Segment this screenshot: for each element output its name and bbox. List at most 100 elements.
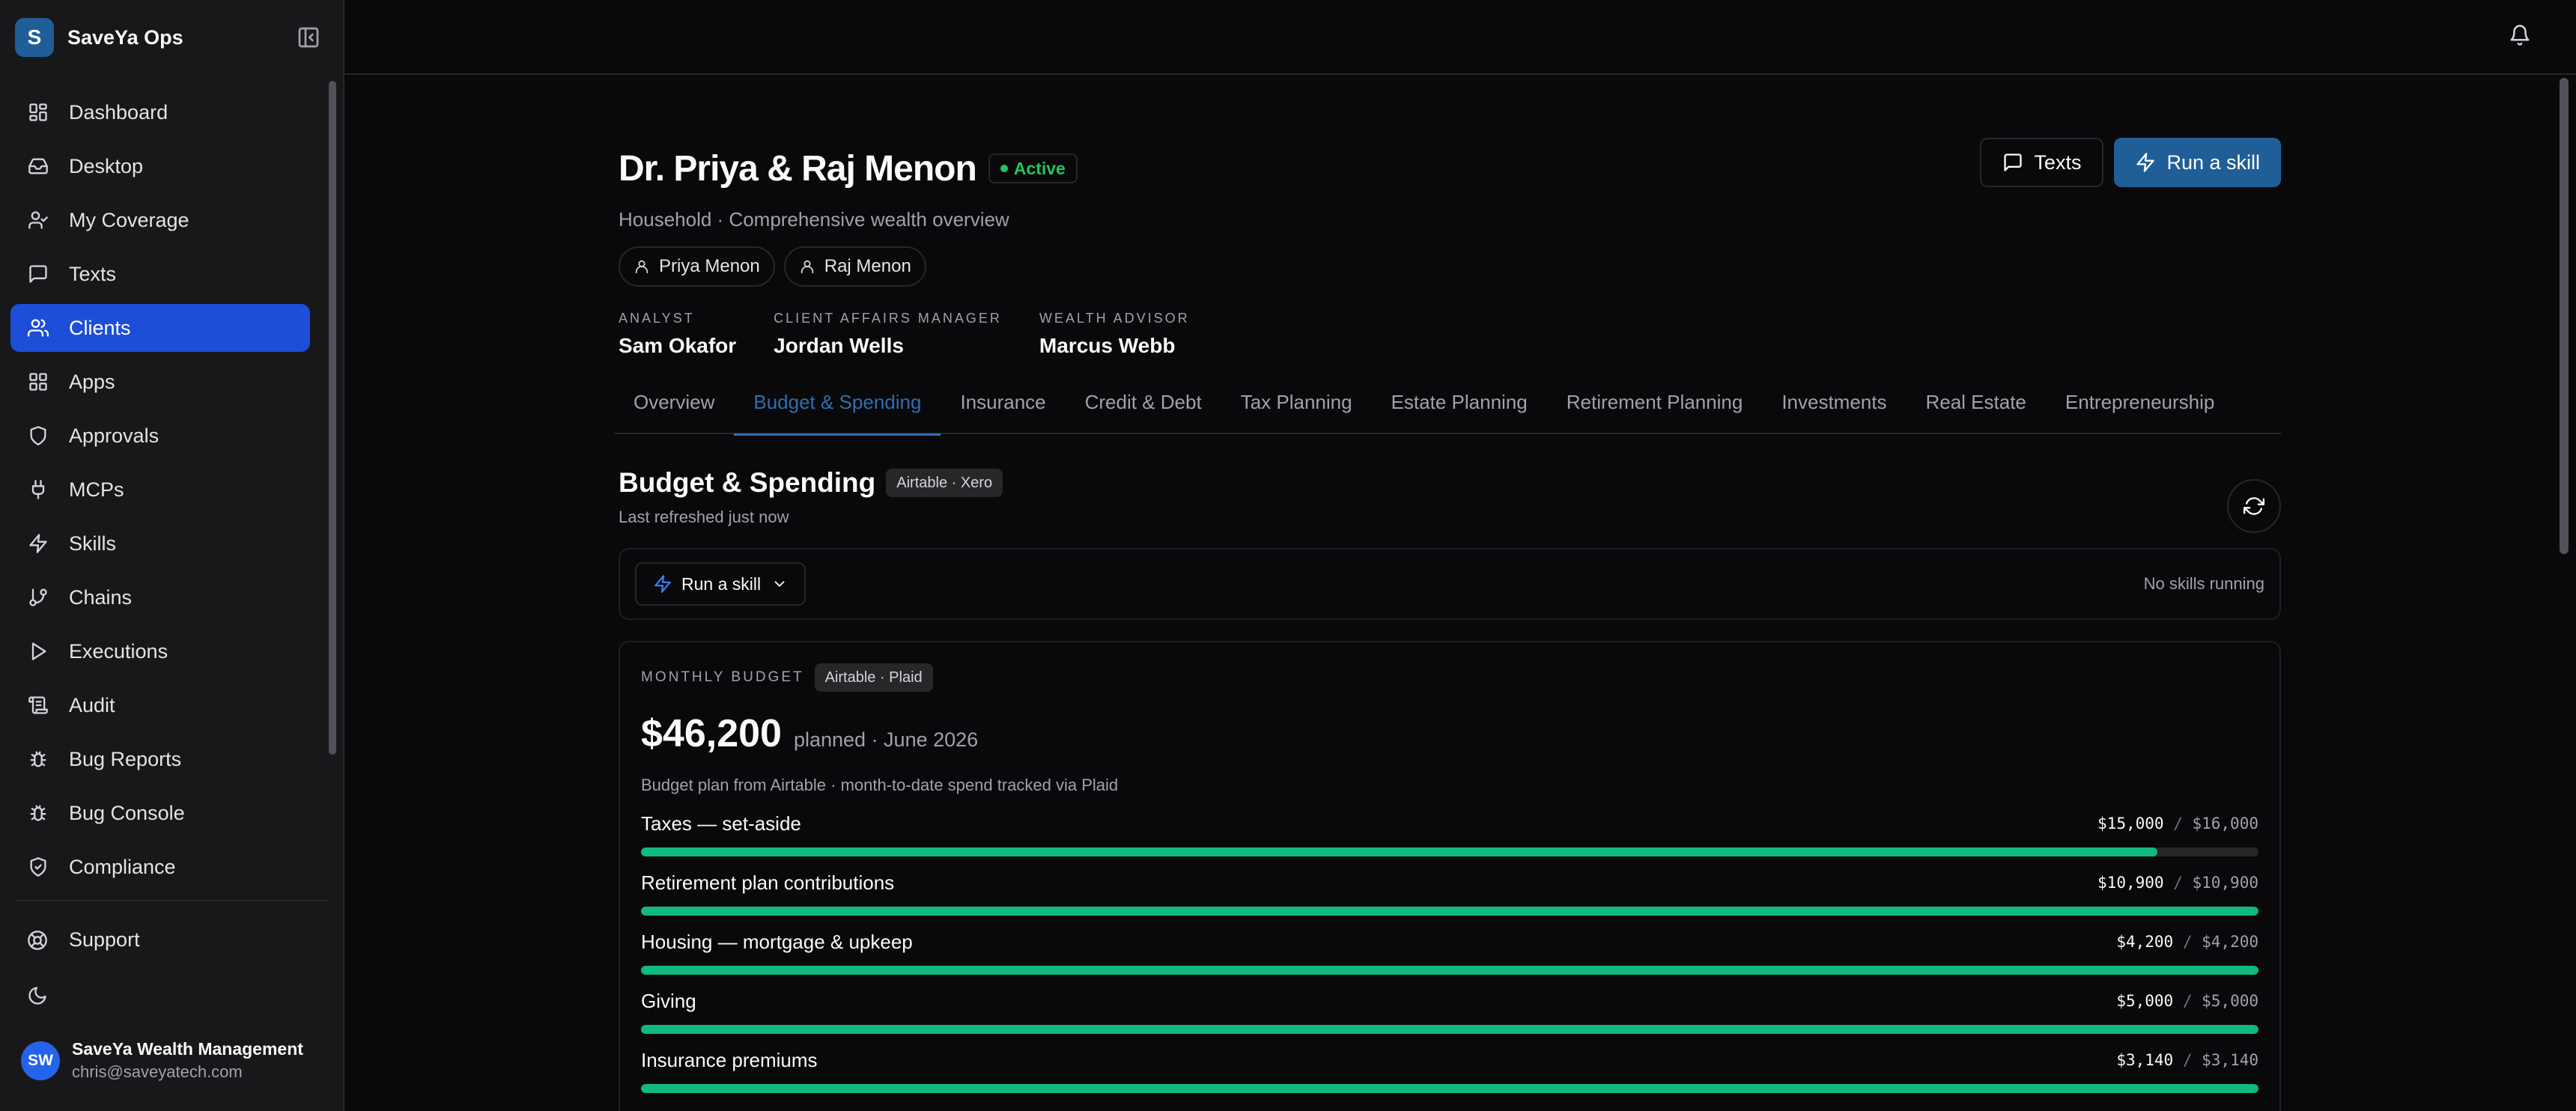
budget-line-values: $10,900 / $10,900 — [2097, 874, 2258, 892]
team-role: WEALTH ADVISOR — [1039, 311, 1190, 326]
shield-check-icon — [27, 856, 49, 878]
budget-progress-track — [641, 1025, 2258, 1034]
budget-line-spent: $15,000 — [2097, 815, 2164, 833]
budget-line-spent: $3,140 — [2116, 1051, 2174, 1069]
budget-lines: Taxes — set-aside $15,000 / $16,000 Retire… — [641, 810, 2258, 1111]
budget-line-separator: / — [2163, 815, 2193, 833]
account-menu[interactable]: SW SaveYa Wealth Management chris@saveya… — [21, 1039, 303, 1082]
bolt-icon — [2136, 153, 2155, 172]
tab-credit-debt[interactable]: Credit & Debt — [1066, 388, 1221, 434]
tab-retirement-planning[interactable]: Retirement Planning — [1547, 388, 1763, 434]
main-content: Dr. Priya & Raj Menon Active Texts Run a… — [614, 135, 2281, 1111]
sidebar-item-label: My Coverage — [69, 208, 189, 231]
budget-line-name: Travel — [641, 1108, 694, 1111]
tab-overview[interactable]: Overview — [614, 388, 734, 434]
sidebar-item-texts[interactable]: Texts — [10, 250, 310, 298]
top-bar — [344, 0, 2576, 75]
budget-line-values: $4,200 / $4,200 — [2116, 933, 2258, 951]
budget-line-name: Retirement plan contributions — [641, 871, 895, 894]
team-role: CLIENT AFFAIRS MANAGER — [774, 311, 1002, 326]
tab-real-estate[interactable]: Real Estate — [1906, 388, 2045, 434]
sidebar-item-dashboard[interactable]: Dashboard — [10, 88, 310, 136]
tab-tax-planning[interactable]: Tax Planning — [1221, 388, 1372, 434]
sidebar-item-clients[interactable]: Clients — [10, 304, 310, 352]
texts-button[interactable]: Texts — [1980, 138, 2104, 187]
page-scrollbar-thumb[interactable] — [2560, 78, 2569, 554]
household-members: Priya Menon Raj Menon — [619, 246, 2281, 287]
run-skill-button[interactable]: Run a skill — [2114, 138, 2281, 187]
budget-line-values: $3,140 / $3,140 — [2116, 1051, 2258, 1069]
chevron-down-icon — [774, 581, 785, 587]
git-branch-icon — [27, 586, 49, 609]
sidebar-item-label: Dashboard — [69, 100, 168, 124]
tab-budget-spending[interactable]: Budget & Spending — [734, 388, 941, 436]
run-skill-button-label: Run a skill — [2166, 150, 2260, 174]
member-name: Raj Menon — [824, 256, 911, 276]
sidebar-item-skills[interactable]: Skills — [10, 520, 310, 567]
message-icon — [27, 263, 49, 285]
sidebar-item-compliance[interactable]: Compliance — [10, 843, 310, 891]
brand-logo: S — [15, 18, 54, 57]
grid-icon — [27, 371, 49, 393]
refresh-button[interactable] — [2227, 479, 2281, 533]
budget-line-name: Insurance premiums — [641, 1048, 818, 1071]
bell-icon[interactable] — [2509, 24, 2533, 48]
budget-progress-fill — [641, 966, 2258, 975]
tab-estate-planning[interactable]: Estate Planning — [1372, 388, 1547, 434]
tab-entrepreneurship[interactable]: Entrepreneurship — [2046, 388, 2234, 434]
support-link[interactable]: Support — [27, 928, 140, 952]
budget-line-spent: $5,000 — [2116, 992, 2174, 1010]
card-label: MONTHLY BUDGET — [641, 669, 804, 685]
sidebar-item-label: Audit — [69, 693, 115, 716]
sidebar-item-approvals[interactable]: Approvals — [10, 412, 310, 460]
sidebar-item-executions[interactable]: Executions — [10, 627, 310, 675]
budget-line-name: Taxes — set-aside — [641, 812, 801, 835]
lifebuoy-icon — [28, 930, 47, 950]
sidebar-item-apps[interactable]: Apps — [10, 358, 310, 406]
last-refreshed: Last refreshed just now — [619, 508, 789, 526]
budget-progress-track — [641, 847, 2258, 856]
member-chip[interactable]: Priya Menon — [619, 246, 775, 287]
status-dot — [1000, 165, 1008, 172]
plug-icon — [27, 478, 49, 501]
sidebar-collapse-icon[interactable] — [297, 25, 321, 49]
budget-line-budget: $4,200 — [2202, 933, 2258, 951]
tab-investments[interactable]: Investments — [1762, 388, 1906, 434]
sidebar-item-label: Apps — [69, 370, 115, 393]
sidebar-item-my-coverage[interactable]: My Coverage — [10, 196, 310, 244]
brand[interactable]: S SaveYa Ops — [15, 16, 183, 58]
texts-button-label: Texts — [2034, 150, 2082, 174]
budget-line-budget: $10,900 — [2192, 874, 2258, 892]
member-chip[interactable]: Raj Menon — [783, 246, 926, 287]
dashboard-icon — [27, 101, 49, 124]
sidebar-item-label: Approvals — [69, 424, 160, 447]
budget-line-name: Housing — mortgage & upkeep — [641, 930, 913, 953]
sidebar-item-bug-console[interactable]: Bug Console — [10, 789, 310, 837]
sidebar-item-bug-reports[interactable]: Bug Reports — [10, 735, 310, 783]
budget-line-budget: $3,140 — [2202, 1051, 2258, 1069]
refresh-icon — [2244, 497, 2264, 515]
team-wealth-advisor: WEALTH ADVISOR Marcus Webb — [1039, 311, 1190, 358]
client-name: Dr. Priya & Raj Menon — [619, 148, 977, 189]
sidebar-item-mcps[interactable]: MCPs — [10, 466, 310, 514]
sidebar-item-label: Executions — [69, 639, 168, 663]
sidebar: S SaveYa Ops Dashboard Desktop My Coverage… — [0, 0, 344, 1111]
users-icon — [27, 317, 49, 339]
budget-line-budget: $16,000 — [2192, 815, 2258, 833]
sidebar-item-chains[interactable]: Chains — [10, 573, 310, 621]
budget-line-separator: / — [2163, 874, 2193, 892]
inbox-icon — [27, 155, 49, 177]
sidebar-scrollbar-thumb[interactable] — [329, 81, 336, 755]
sidebar-item-audit[interactable]: Audit — [10, 681, 310, 729]
tab-insurance[interactable]: Insurance — [941, 388, 1065, 434]
skills-status: No skills running — [2143, 574, 2264, 593]
budget-progress-fill — [641, 847, 2157, 856]
moon-icon — [28, 987, 46, 1005]
budget-progress-track — [641, 966, 2258, 975]
bolt-icon — [654, 575, 671, 593]
user-icon — [635, 260, 648, 274]
theme-toggle[interactable] — [27, 985, 69, 1006]
run-skill-dropdown[interactable]: Run a skill — [635, 562, 806, 606]
sidebar-item-desktop[interactable]: Desktop — [10, 142, 310, 190]
sidebar-item-label: Desktop — [69, 154, 144, 177]
